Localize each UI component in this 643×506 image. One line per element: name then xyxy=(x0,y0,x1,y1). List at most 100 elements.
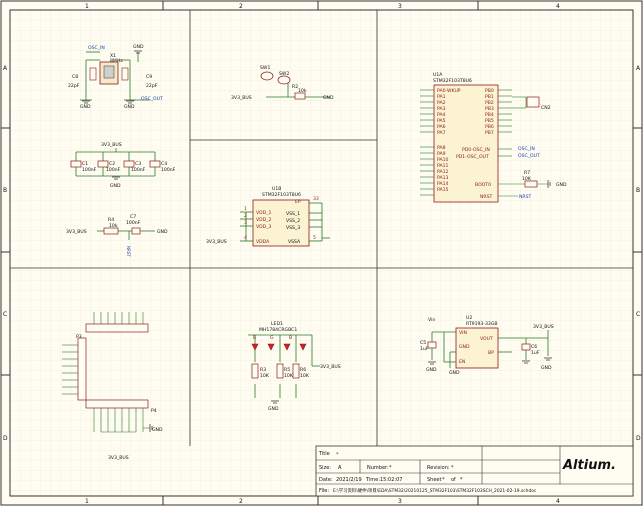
pin-name: PB2 xyxy=(485,100,494,106)
net-osc-out: OSC_OUT xyxy=(518,153,540,159)
part-ref: U1B xyxy=(272,186,281,192)
cap-val: 100nF xyxy=(82,167,97,173)
pin-name: PA3 xyxy=(437,106,446,112)
row-label: D xyxy=(636,435,641,442)
gnd-label: GND xyxy=(449,370,460,376)
col-label: 1 xyxy=(85,3,89,10)
cap-c7 xyxy=(131,227,141,235)
cap-c6 xyxy=(521,343,531,351)
resistor-val: 10K xyxy=(284,373,294,379)
row-label: B xyxy=(636,187,640,194)
pin-name: PA7 xyxy=(437,130,446,136)
cap-ref: C5 xyxy=(420,340,426,346)
resistor-ref: R4 xyxy=(108,217,114,223)
col-label: 3 xyxy=(398,498,402,505)
net-3v3: 3V3_BUS xyxy=(533,324,554,330)
resistor-val: 10K xyxy=(522,176,532,182)
part-number: RT9193-33GB xyxy=(466,321,498,327)
pin-name: VDD_2 xyxy=(256,217,272,223)
pin-name: PB5 xyxy=(485,118,494,124)
pin-name: PB6 xyxy=(485,124,494,130)
pin-name: BOOT0 xyxy=(475,182,491,188)
net-nrst: NRST xyxy=(126,246,131,257)
of-label: of xyxy=(451,477,456,483)
row-label: C xyxy=(3,311,7,318)
pin-name: EP xyxy=(295,199,301,205)
cap-ref: C1 xyxy=(82,161,88,167)
pin-name: VDD_3 xyxy=(256,224,272,230)
pin-name: PA14 xyxy=(437,181,449,187)
pin-name: PD1-OSC_OUT xyxy=(456,154,489,160)
pin-name: PB4 xyxy=(485,112,494,118)
cap-ref: C2 xyxy=(109,161,115,167)
pin-name: PB7 xyxy=(485,130,494,136)
switch-ref: SW1 xyxy=(260,65,270,71)
resistor-r5 xyxy=(276,363,284,379)
cap-ref: C6 xyxy=(531,344,537,350)
row-label: C xyxy=(636,311,640,318)
pin-name: VOUT xyxy=(480,336,493,342)
pin-num: 4 xyxy=(244,235,247,241)
cap-c5 xyxy=(427,341,437,349)
switch-sw2 xyxy=(277,75,291,85)
net-3v3: 3V3_BUS xyxy=(101,142,122,148)
cap-val: 22pF xyxy=(146,83,158,89)
schematic-sheet: 1 2 3 4 1 2 3 4 A B C D A B C D OSC_IN G… xyxy=(0,0,643,506)
logo-text: Altium. xyxy=(562,458,616,473)
altium-logo: Altium. xyxy=(562,458,616,473)
resistor-ref: R3 xyxy=(260,367,266,373)
pin-name: PA2 xyxy=(437,100,446,106)
pin-name: PA8 xyxy=(437,145,446,151)
pin-name: PA15 xyxy=(437,187,449,193)
connector-ref: P4 xyxy=(151,408,157,414)
gnd-label: GND xyxy=(124,104,135,110)
connector-ref: CN2 xyxy=(541,105,551,111)
part-ref: U2 xyxy=(466,315,472,321)
pin-name: VSS_2 xyxy=(286,218,300,224)
part-number: STM32F103T8U6 xyxy=(433,78,472,84)
cap-ref: C3 xyxy=(135,161,141,167)
col-label: 1 xyxy=(85,498,89,505)
time-label: Time: xyxy=(365,477,380,483)
sheet-label: Sheet xyxy=(427,477,441,483)
pin-name: VDD_1 xyxy=(256,210,272,216)
col-label: 2 xyxy=(239,3,243,10)
resistor-r3 xyxy=(251,363,259,379)
pin-name: PA0-WKUP xyxy=(437,88,461,94)
pin-num: 33 xyxy=(313,196,319,202)
connector-ref: P3 xyxy=(76,334,82,340)
net-osc-in: OSC_IN xyxy=(88,45,105,51)
row-label: D xyxy=(3,435,8,442)
part-number: STM32F103T8U6 xyxy=(262,192,301,198)
resistor-val: 10k xyxy=(109,223,118,229)
net-osc-out: OSC_OUT xyxy=(141,96,163,102)
net-3v3: 3V3_BUS xyxy=(206,239,227,245)
pin-name: PB1 xyxy=(485,94,494,100)
gnd-label: GND xyxy=(556,182,567,188)
time-value: 15:02:07 xyxy=(380,477,402,483)
resistor-val: 10k xyxy=(298,88,307,94)
size-label: Size: xyxy=(319,465,331,471)
gnd-label: GND xyxy=(80,104,91,110)
pin-name: PA10 xyxy=(437,157,449,163)
pin-name: VIN xyxy=(459,330,467,336)
pin-name: PA5 xyxy=(437,118,446,124)
crystal-part: 8MHz xyxy=(110,58,123,64)
col-label: 2 xyxy=(239,498,243,505)
switch-sw1 xyxy=(260,71,274,81)
led-part: MH1784CRGBC1 xyxy=(259,327,297,333)
net-3v3: 3V3_BUS xyxy=(231,95,252,101)
pin-name: PA12 xyxy=(437,169,449,175)
pin-name: VSS_1 xyxy=(286,211,300,217)
pin-name: BP xyxy=(488,350,494,356)
pin-name: PA1 xyxy=(437,94,446,100)
row-label: B xyxy=(3,187,7,194)
part-ref: U1A xyxy=(433,72,443,78)
resistor-ref: R5 xyxy=(284,367,290,373)
file-path: E:\学习资料\硬件\项目\EDA\STM32\20210125_STM32F1… xyxy=(333,487,537,494)
pin-name: EN xyxy=(459,359,465,365)
resistor-val: 10K xyxy=(260,373,270,379)
gnd-label: GND xyxy=(541,365,552,371)
cap-val: 100nF xyxy=(106,167,121,173)
file-label: File: xyxy=(319,488,329,494)
